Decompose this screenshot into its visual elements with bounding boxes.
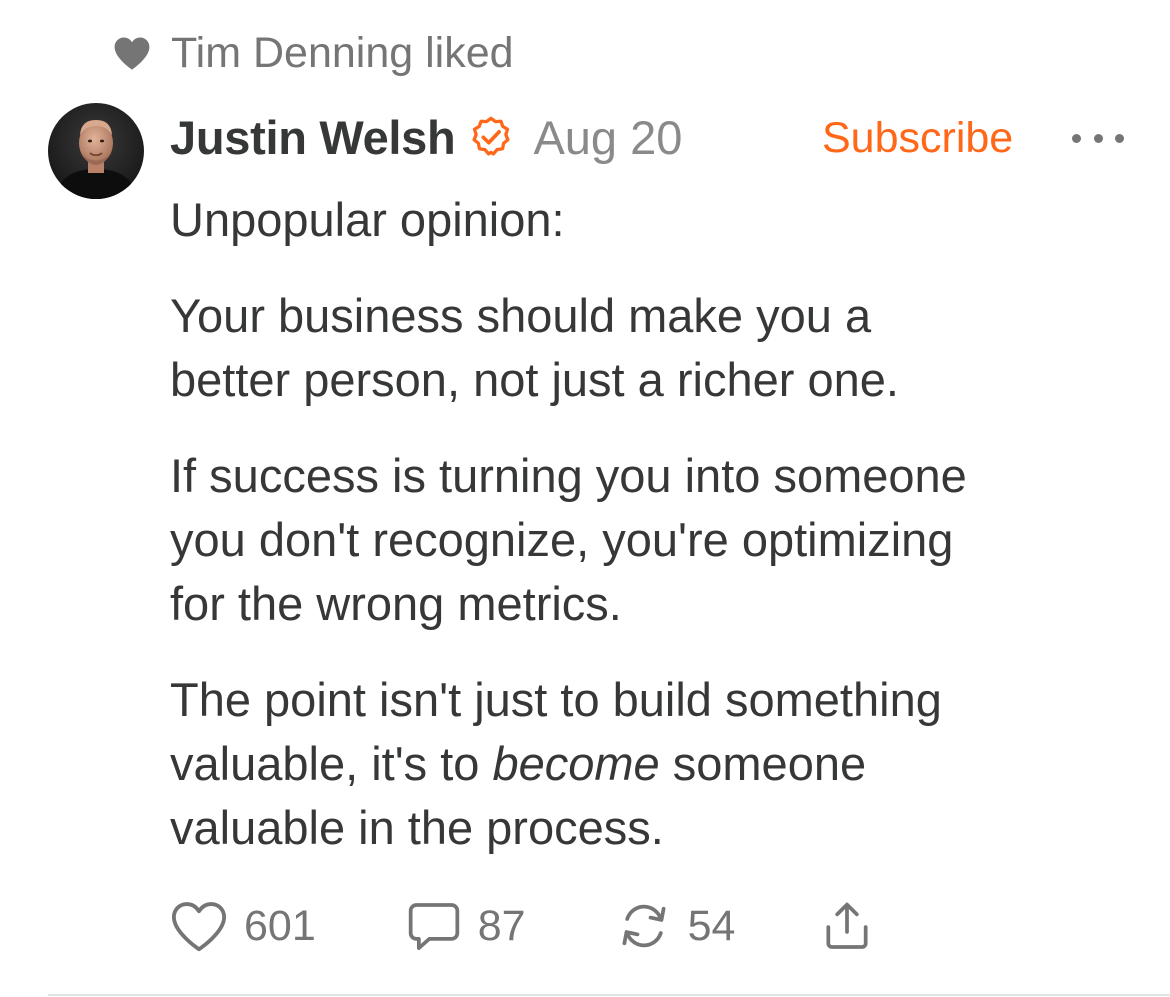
post-line-segment: valuable, it's to (170, 737, 493, 790)
post-line: for the wrong metrics. (170, 577, 622, 630)
post-line: you don't recognize, you're optimizing (170, 513, 954, 566)
like-count: 601 (244, 901, 316, 950)
post-line: The point isn't just to build something (170, 673, 942, 726)
liked-by-row: Tim Denning liked (113, 28, 514, 78)
post-paragraph: The point isn't just to build something … (170, 668, 1130, 860)
post-line: Your business should make you a (170, 289, 872, 342)
post-header: Justin Welsh Aug 20 (170, 104, 682, 170)
post-paragraph: If success is turning you into someone y… (170, 444, 1130, 636)
post-actions: 601 87 54 (170, 896, 875, 956)
post-paragraph: Your business should make you a better p… (170, 284, 1130, 412)
more-dot (1115, 133, 1124, 143)
divider (48, 994, 1170, 996)
more-dot (1072, 133, 1081, 143)
restack-icon (616, 898, 672, 954)
post-paragraph: Unpopular opinion: (170, 188, 1130, 252)
share-button[interactable] (819, 898, 875, 954)
post-line: If success is turning you into someone (170, 449, 967, 502)
heart-filled-icon (113, 35, 151, 71)
emphasis-text: become (492, 737, 660, 790)
comment-bubble-icon (406, 898, 462, 954)
more-dot (1093, 133, 1103, 143)
post-line: Unpopular opinion: (170, 193, 565, 246)
share-icon (819, 898, 875, 954)
author-name[interactable]: Justin Welsh (170, 110, 456, 165)
more-options-icon[interactable] (1072, 124, 1124, 152)
verified-badge-icon (469, 115, 513, 159)
subscribe-button[interactable]: Subscribe (822, 110, 1013, 166)
post-line: better person, not just a richer one. (170, 353, 899, 406)
post-date: Aug 20 (533, 110, 683, 164)
comment-button[interactable]: 87 (406, 898, 526, 954)
comment-count: 87 (477, 901, 526, 950)
restack-button[interactable]: 54 (616, 898, 736, 954)
liked-by-text: Tim Denning liked (171, 29, 514, 77)
restack-count: 54 (687, 901, 736, 950)
heart-outline-icon (170, 899, 228, 953)
author-avatar[interactable] (48, 103, 144, 199)
post-line: valuable in the process. (170, 801, 664, 854)
post-body: Unpopular opinion: Your business should … (170, 188, 1130, 892)
post-line-segment: someone (659, 737, 867, 790)
like-button[interactable]: 601 (170, 899, 316, 953)
